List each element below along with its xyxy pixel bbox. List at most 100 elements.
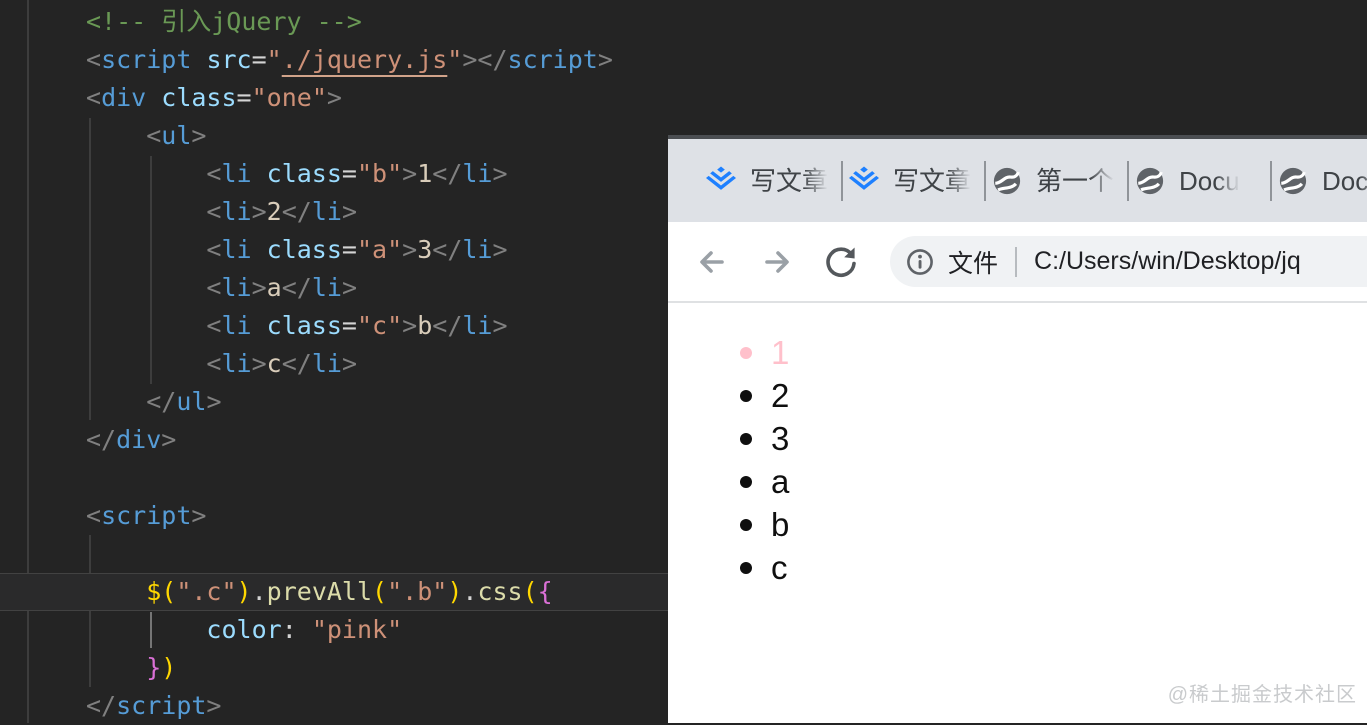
browser-tab-4[interactable]: Docu <box>1129 156 1272 206</box>
code-token: > <box>341 349 357 378</box>
back-button[interactable] <box>692 242 732 282</box>
list-bullet <box>740 432 752 445</box>
code-token: class <box>161 83 237 112</box>
code-token: = <box>341 235 357 264</box>
code-token: li <box>311 349 342 378</box>
tab-label-wrap: 写文章 <box>893 162 972 199</box>
code-token: ./jquery.js <box>281 45 448 74</box>
list-bullet <box>740 518 752 531</box>
juejin-icon <box>849 166 879 196</box>
code-token: div <box>116 425 162 454</box>
code-line: <li class="c">b</li> <box>86 307 507 345</box>
list-item: c <box>740 546 789 589</box>
address-bar[interactable]: 文件 C:/Users/win/Desktop/jq <box>890 236 1367 287</box>
list-item-text: c <box>771 548 788 586</box>
code-token: > <box>402 235 418 264</box>
list-bullet <box>740 475 752 488</box>
code-token: = <box>251 45 267 74</box>
code-token: . <box>462 577 478 606</box>
code-token: <!-- 引入jQuery --> <box>86 7 362 36</box>
code-token: li <box>221 273 252 302</box>
code-token: c <box>266 349 282 378</box>
globe-icon <box>1135 166 1165 196</box>
browser-tab-5[interactable]: Docu <box>1272 156 1367 206</box>
code-token: > <box>326 83 342 112</box>
code-line: <script> <box>86 497 206 535</box>
forward-arrow-icon <box>765 250 789 273</box>
code-token: ".b" <box>387 577 448 606</box>
code-token: > <box>341 197 357 226</box>
forward-button[interactable] <box>757 242 797 282</box>
code-token: b <box>417 311 433 340</box>
browser-tab-1[interactable]: 写文章 <box>700 156 843 206</box>
code-token: 3 <box>417 235 433 264</box>
code-token: li <box>221 311 252 340</box>
code-token: ( <box>372 577 388 606</box>
list-item-text: a <box>771 462 790 500</box>
code-token: class <box>266 235 342 264</box>
code-token: < <box>206 273 222 302</box>
code-token: li <box>221 197 252 226</box>
browser-window: 写文章写文章第一个DocuDocu 文件 C <box>668 135 1367 723</box>
code-line: <script src="./jquery.js"></script> <box>86 41 613 79</box>
code-line: <ul> <box>86 117 206 155</box>
code-token: src <box>206 45 252 74</box>
code-token: { <box>537 577 553 606</box>
list-item: 3 <box>740 417 789 460</box>
browser-toolbar: 文件 C:/Users/win/Desktop/jq <box>668 222 1367 303</box>
code-token: < <box>206 311 222 340</box>
page-info-icon[interactable] <box>905 247 935 277</box>
list-item-text: 2 <box>771 376 790 414</box>
code-token: " <box>266 45 282 74</box>
code-token: > <box>402 311 418 340</box>
code-token: "b" <box>356 159 403 188</box>
code-token: li <box>221 159 252 188</box>
code-token: > <box>251 349 267 378</box>
code-token: > <box>492 159 508 188</box>
tab-label-wrap: 第一个 <box>1036 162 1115 199</box>
code-token: </ <box>432 159 463 188</box>
browser-tab-3[interactable]: 第一个 <box>986 156 1129 206</box>
code-token: . <box>251 577 267 606</box>
code-token: ) <box>236 577 252 606</box>
code-token: > <box>251 273 267 302</box>
code-token: li <box>311 197 342 226</box>
code-token: } <box>146 653 162 682</box>
code-token: css <box>477 577 523 606</box>
list-bullet <box>740 561 752 574</box>
code-token: < <box>206 159 222 188</box>
code-token: > <box>206 387 222 416</box>
code-token: li <box>462 235 493 264</box>
reload-button[interactable] <box>821 242 861 282</box>
code-token: > <box>341 273 357 302</box>
browser-tab-2[interactable]: 写文章 <box>843 156 986 206</box>
code-token: </ <box>86 425 117 454</box>
tab-label-fade <box>947 162 972 199</box>
tab-label-fade <box>1358 162 1367 199</box>
code-token: "c" <box>356 311 403 340</box>
code-line: }) <box>86 649 176 687</box>
list-item-text: b <box>771 505 790 543</box>
code-token: = <box>341 159 357 188</box>
code-token: li <box>462 311 493 340</box>
code-token: = <box>341 311 357 340</box>
code-token: "a" <box>356 235 403 264</box>
globe-icon <box>1278 166 1308 196</box>
tab-label-fade <box>804 162 829 199</box>
code-token: $( <box>146 577 177 606</box>
code-token: < <box>206 197 222 226</box>
url-scheme-label: 文件 <box>948 249 999 278</box>
code-token: </ <box>281 349 312 378</box>
back-arrow-icon <box>700 250 724 273</box>
code-line: </script> <box>86 687 221 725</box>
juejin-icon <box>706 166 736 196</box>
code-line: <div class="one"> <box>86 79 342 117</box>
code-token: > <box>161 425 177 454</box>
